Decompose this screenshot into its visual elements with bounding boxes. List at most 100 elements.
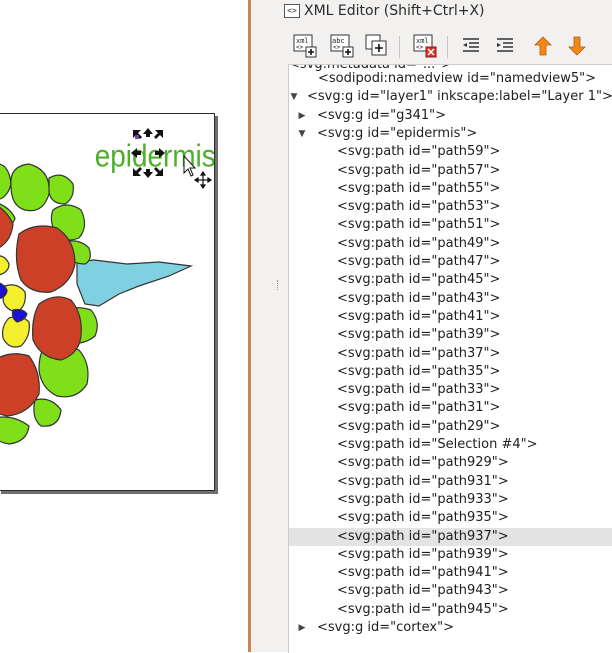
tree-row[interactable]: <svg:path id="path37"> [289, 345, 612, 363]
tree-row-label: <svg:path id="path45"> [337, 272, 501, 288]
tree-row[interactable]: <svg:path id="path39"> [289, 326, 612, 344]
xml-editor-icon: <> [284, 4, 300, 18]
raise-node-icon [534, 36, 552, 56]
tree-row[interactable]: ▶ <svg:g id="g341"> [289, 107, 612, 125]
tree-row-label: <svg:path id="path929"> [337, 455, 509, 471]
tree-row[interactable]: <svg:path id="path47"> [289, 253, 612, 271]
tree-row[interactable]: <svg:path id="path35"> [289, 363, 612, 381]
expand-arrow-open-icon[interactable]: ▼ [297, 125, 307, 143]
tree-row-label: <svg:path id="Selection #4"> [337, 437, 538, 452]
tree-row[interactable]: <svg:path id="path941"> [289, 564, 612, 582]
tree-row[interactable]: <svg:path id="Selection #4"> [289, 436, 612, 454]
tree-row[interactable]: <svg:path id="path53"> [289, 198, 612, 216]
tree-row-label: <svg:path id="path937"> [337, 528, 509, 544]
xml-toolbar: xml <> abc <> xml <> [281, 30, 612, 64]
tree-row[interactable]: <svg:path id="path59"> [289, 143, 612, 161]
unindent-node-icon [463, 38, 479, 52]
tree-row[interactable]: <svg:path id="path929"> [289, 454, 612, 472]
tree-row[interactable]: <sodipodi:namedview id="namedview5"> [289, 70, 612, 88]
tree-row[interactable]: <svg:path id="path939"> [289, 546, 612, 564]
tree-row[interactable]: <svg:path id="path933"> [289, 491, 612, 509]
tree-row-label: <svg:path id="path935"> [337, 510, 509, 526]
epidermis-cell[interactable] [0, 416, 30, 445]
panel-title: XML Editor (Shift+Ctrl+X) [304, 3, 485, 19]
tree-row-label: <svg:path id="path59"> [337, 144, 501, 160]
tree-row-label: <svg:path id="path53"> [337, 199, 501, 215]
stele-cell[interactable] [0, 255, 10, 276]
tree-row[interactable]: ▼ <svg:g id="epidermis"> [289, 125, 612, 143]
epidermis-cell[interactable] [33, 398, 62, 427]
tree-row-label: <svg:path id="path41"> [337, 308, 501, 324]
new-element-node-button[interactable]: xml <> [291, 32, 319, 60]
scale-handle-ne[interactable] [154, 130, 163, 139]
tree-row[interactable]: <svg:path id="path29"> [289, 418, 612, 436]
panel-resize-grip[interactable] [277, 280, 280, 290]
tree-row[interactable]: <svg:path id="path31"> [289, 399, 612, 417]
xml-node-tree[interactable]: <svg:metadata id="..."> <sodipodi:namedv… [288, 64, 612, 653]
tree-row[interactable]: <svg:path id="path943"> [289, 582, 612, 600]
new-text-node-icon: abc <> [330, 34, 354, 58]
delete-node-icon: xml <> [413, 34, 437, 58]
rotation-center-marker[interactable] [135, 135, 139, 139]
tree-row[interactable]: <svg:path id="path935"> [289, 509, 612, 527]
expand-arrow-closed-icon[interactable]: ▶ [297, 619, 307, 637]
root-hair-shape[interactable] [76, 259, 194, 307]
raise-node-button[interactable] [529, 32, 557, 60]
tree-row[interactable]: <svg:path id="path45"> [289, 271, 612, 289]
cortex-cell[interactable] [15, 225, 76, 293]
tree-row-selected[interactable]: <svg:path id="path937"> [289, 527, 612, 546]
tree-row-label: <svg:path id="path31"> [337, 400, 501, 416]
tree-row[interactable]: ▶ <svg:g id="cortex"> [289, 619, 612, 637]
epidermis-cell[interactable] [10, 163, 50, 212]
tree-row-label: <svg:path id="path43"> [337, 290, 501, 306]
toolbar-separator [399, 36, 400, 58]
xml-editor-panel: <> XML Editor (Shift+Ctrl+X) xml <> abc … [281, 0, 612, 653]
tree-row-label: <svg:path id="path37"> [337, 345, 501, 361]
new-text-node-button[interactable]: abc <> [328, 32, 356, 60]
epidermis-cell[interactable] [0, 163, 12, 200]
tree-row-label: <svg:path id="path39"> [337, 327, 501, 343]
expand-arrow-closed-icon[interactable]: ▶ [297, 107, 307, 125]
new-element-node-icon: xml <> [293, 34, 317, 58]
drawing-canvas[interactable]: epidermis [0, 0, 250, 652]
epidermis-cell[interactable] [48, 174, 74, 205]
tree-row-label: <svg:path id="path49"> [337, 235, 501, 251]
tree-row[interactable]: <svg:path id="path43"> [289, 290, 612, 308]
scale-handle-n[interactable] [143, 128, 153, 137]
tree-row-label: <svg:path id="path941"> [337, 565, 509, 581]
tree-row-label: <svg:path id="path945"> [337, 601, 509, 617]
move-cursor-icon [193, 170, 213, 190]
duplicate-node-button[interactable] [363, 32, 391, 60]
tree-row-label: <svg:path id="path33"> [337, 382, 501, 398]
tree-row[interactable]: <svg:path id="path33"> [289, 381, 612, 399]
tree-row-label: <svg:path id="path29"> [337, 418, 501, 434]
tree-row-label: <svg:g id="layer1" inkscape:label="Layer… [307, 89, 612, 105]
unindent-node-button[interactable] [457, 32, 485, 60]
tree-row-label: <svg:path id="path943"> [337, 583, 509, 599]
tree-row-label: <svg:path id="path933"> [337, 491, 509, 507]
tree-row[interactable]: <svg:path id="path41"> [289, 308, 612, 326]
delete-node-button[interactable]: xml <> [411, 32, 439, 60]
toolbar-separator [447, 36, 448, 58]
tree-row[interactable]: <svg:path id="path931"> [289, 473, 612, 491]
panel-gutter [251, 0, 281, 652]
tree-row[interactable]: ▼ <svg:g id="layer1" inkscape:label="Laye… [289, 88, 612, 106]
tree-row-label: <svg:path id="path35"> [337, 363, 501, 379]
tree-row-label: <svg:path id="path57"> [337, 162, 501, 178]
tree-row[interactable]: <svg:path id="path49"> [289, 235, 612, 253]
tree-row[interactable]: <svg:path id="path945"> [289, 601, 612, 619]
indent-node-icon [497, 38, 513, 52]
tree-row-label: <svg:path id="path47"> [337, 254, 501, 269]
duplicate-node-icon [365, 34, 387, 56]
tree-row-label: <svg:g id="cortex"> [317, 620, 454, 635]
expand-arrow-open-icon[interactable]: ▼ [289, 88, 299, 106]
tree-row[interactable]: <svg:path id="path57"> [289, 162, 612, 180]
tree-row[interactable]: <svg:path id="path51"> [289, 216, 612, 234]
indent-node-button[interactable] [491, 32, 519, 60]
cortex-cell[interactable] [32, 296, 82, 361]
lower-node-button[interactable] [563, 32, 591, 60]
root-cross-section-drawing[interactable]: epidermis [0, 114, 214, 490]
svg-text:<>: <> [296, 44, 304, 51]
tree-row[interactable]: <svg:path id="path55"> [289, 180, 612, 198]
tree-row-label: <svg:path id="path931"> [337, 473, 509, 489]
